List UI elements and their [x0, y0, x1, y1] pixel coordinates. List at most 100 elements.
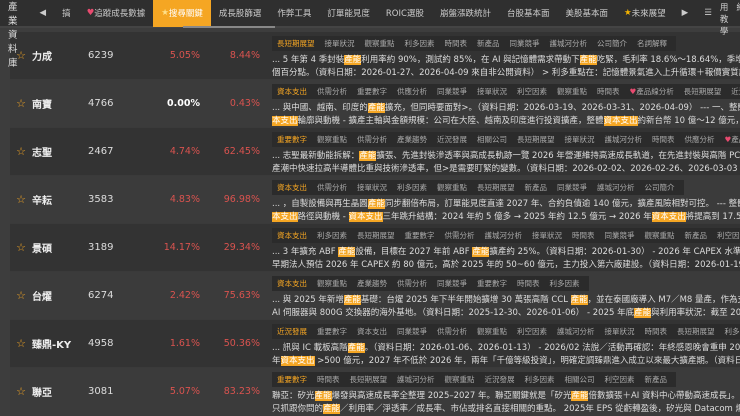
stock-name[interactable]: 臻鼎-KY [32, 336, 88, 351]
tag-資本支出[interactable]: 資本支出 [272, 230, 312, 241]
tag-近況發展[interactable]: 近況發展 [432, 134, 472, 145]
tag-長短期展望[interactable]: 長短期展望 [679, 86, 727, 97]
tag-近況發展[interactable]: 近況發展 [726, 86, 740, 97]
tag-資本支出[interactable]: 資本支出 [272, 278, 312, 289]
tag-供需分析[interactable]: 供需分析 [432, 326, 472, 337]
tag-護城河分析[interactable]: 護城河分析 [545, 38, 593, 49]
tag-新產品[interactable]: 新產品 [640, 374, 673, 385]
stock-name[interactable]: 辛耘 [32, 192, 88, 207]
tag-時間表[interactable]: 時間表 [647, 134, 680, 145]
tag-同業競爭[interactable]: 同業競爭 [600, 230, 640, 241]
tag-重要數字[interactable]: 重要數字 [472, 278, 512, 289]
table-row[interactable]: ☆台燿62742.42%75.63%資本支出觀察重點產業趨勢供需分析同業競爭重要… [10, 272, 740, 320]
table-row[interactable]: ☆臻鼎-KY49581.61%50.36%近況發展重要數字資本支出同業競爭供需分… [10, 320, 740, 368]
tag-長短期展望[interactable]: 長短期展望 [672, 326, 720, 337]
tag-近況發展[interactable]: 近況發展 [272, 326, 312, 337]
tab-6[interactable]: 崩盤漲跌統計 [432, 0, 499, 27]
tag-觀察重點[interactable]: 觀察重點 [440, 374, 480, 385]
tag-新產品[interactable]: 新產品 [472, 38, 505, 49]
tag-公司簡介[interactable]: 公司簡介 [640, 182, 680, 193]
menu-icon[interactable]: ☰ [696, 0, 720, 27]
tag-供需分析[interactable]: 供需分析 [312, 86, 352, 97]
stock-name[interactable]: 聯亞 [32, 384, 88, 399]
table-row[interactable]: ☆辛耘35834.83%96.98%資本支出供需分析接單狀況利多因素觀察重點長短… [10, 176, 740, 224]
tag-資本支出[interactable]: 資本支出 [272, 182, 312, 193]
tag-護城河分析[interactable]: 護城河分析 [552, 326, 600, 337]
tag-時間表[interactable]: 時間表 [592, 86, 625, 97]
tab-5[interactable]: ROIC選股 [378, 0, 432, 27]
tag-利多因素[interactable]: 利多因素 [400, 38, 440, 49]
table-row[interactable]: ☆聯亞30815.07%83.23%重要數字時間表長短期展望護城河分析觀察重點近… [10, 368, 740, 416]
tag-同業競爭[interactable]: 同業競爭 [432, 278, 472, 289]
tag-產品線分析[interactable]: ♥產品線分析 [625, 86, 679, 97]
table-row[interactable]: ☆志聖24674.74%62.45%重要數字觀察重點供需分析產業趨勢近況發展相關… [10, 128, 740, 176]
stock-name[interactable]: 志聖 [32, 144, 88, 159]
stock-name[interactable]: 台燿 [32, 288, 88, 303]
tag-長短期展望[interactable]: 長短期展望 [345, 374, 393, 385]
tag-供需分析[interactable]: 供需分析 [352, 134, 392, 145]
tag-重要數字[interactable]: 重要數字 [272, 374, 312, 385]
tag-資本支出[interactable]: 資本支出 [352, 326, 392, 337]
tag-觀察重點[interactable]: 觀察重點 [432, 182, 472, 193]
tag-長短期展望[interactable]: 長短期展望 [472, 182, 520, 193]
tag-供應分析[interactable]: 供應分析 [392, 86, 432, 97]
tag-時間表[interactable]: 時間表 [640, 326, 673, 337]
tag-時間表[interactable]: 時間表 [512, 278, 545, 289]
tag-產業趨勢[interactable]: 產業趨勢 [352, 278, 392, 289]
tag-長短期展望[interactable]: 長短期展望 [512, 134, 560, 145]
star-icon[interactable]: ☆ [10, 145, 32, 158]
tag-接單狀況[interactable]: 接單狀況 [352, 182, 392, 193]
tag-利多因素[interactable]: 利多因素 [545, 278, 585, 289]
tag-觀察重點[interactable]: 觀察重點 [312, 278, 352, 289]
tag-時間表[interactable]: 時間表 [440, 38, 473, 49]
tag-供需分析[interactable]: 供需分析 [440, 230, 480, 241]
tag-重要數字[interactable]: 重要數字 [352, 86, 392, 97]
tab-8[interactable]: 美股基本面 [557, 0, 616, 27]
tag-同業競爭[interactable]: 同業競爭 [505, 38, 545, 49]
stock-name[interactable]: 景碩 [32, 240, 88, 255]
tag-同業競爭[interactable]: 同業競爭 [392, 326, 432, 337]
tag-資本支出[interactable]: 資本支出 [272, 86, 312, 97]
tag-觀察重點[interactable]: 觀察重點 [640, 230, 680, 241]
tag-重要數字[interactable]: 重要數字 [272, 134, 312, 145]
tag-護城河分析[interactable]: 護城河分析 [600, 134, 648, 145]
tag-公司簡介[interactable]: 公司簡介 [592, 38, 632, 49]
star-icon[interactable]: ☆ [10, 193, 32, 206]
stock-name[interactable]: 南寶 [32, 96, 88, 111]
star-icon[interactable]: ☆ [10, 385, 32, 398]
tag-供需分析[interactable]: 供需分析 [392, 278, 432, 289]
tag-接單狀況[interactable]: 接單狀況 [527, 230, 567, 241]
nav-prev-button[interactable]: ◀ [32, 0, 55, 27]
tab-partial[interactable]: 搞 [54, 0, 79, 27]
tag-觀察重點[interactable]: 觀察重點 [552, 86, 592, 97]
tag-觀察重點[interactable]: 觀察重點 [360, 38, 400, 49]
tag-新產品[interactable]: 新產品 [680, 230, 713, 241]
tag-近況發展[interactable]: 近況發展 [480, 374, 520, 385]
tab-9[interactable]: ★未來展望 [616, 0, 674, 27]
tag-護城河分析[interactable]: 護城河分析 [592, 182, 640, 193]
tag-產品線分析[interactable]: ♥產品線分析 [720, 134, 740, 145]
tag-長短期展望[interactable]: 長短期展望 [352, 230, 400, 241]
tag-接單狀況[interactable]: 接單狀況 [472, 86, 512, 97]
tabs-scrollbar[interactable] [183, 26, 275, 28]
tab-4[interactable]: 訂單能見度 [319, 0, 378, 27]
tag-供應分析[interactable]: 供應分析 [680, 134, 720, 145]
tab-3[interactable]: 作弊工具 [269, 0, 319, 27]
tag-利空因素[interactable]: 利空因素 [512, 86, 552, 97]
tag-長短期展望[interactable]: 長短期展望 [272, 38, 320, 49]
tag-護城河分析[interactable]: 護城河分析 [480, 230, 528, 241]
tag-時間表[interactable]: 時間表 [567, 230, 600, 241]
renew-link[interactable]: 續約 [736, 0, 740, 37]
table-row[interactable]: ☆力成62395.05%8.44%長短期展望接單狀況觀察重點利多因素時間表新產品… [10, 32, 740, 80]
tag-新產品[interactable]: 新產品 [520, 182, 553, 193]
tutorial-link[interactable]: 使用教學 [720, 0, 729, 37]
tag-重要數字[interactable]: 重要數字 [312, 326, 352, 337]
tag-相關公司[interactable]: 相關公司 [472, 134, 512, 145]
table-row[interactable]: ☆景碩318914.17%29.34%資本支出利多因素長短期展望重要數字供需分析… [10, 224, 740, 272]
star-icon[interactable]: ☆ [10, 97, 32, 110]
nav-next-button[interactable]: ▶ [674, 0, 697, 27]
tag-同業競爭[interactable]: 同業競爭 [432, 86, 472, 97]
brand-title[interactable]: 優分析產業資料庫 [8, 0, 18, 69]
tag-接單狀況[interactable]: 接單狀況 [600, 326, 640, 337]
tag-重要數字[interactable]: 重要數字 [400, 230, 440, 241]
